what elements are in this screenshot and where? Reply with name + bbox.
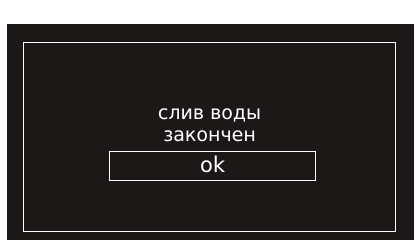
notification-dialog: слив воды закончен ok <box>23 42 396 232</box>
dialog-message: слив воды закончен <box>24 102 395 146</box>
ok-button[interactable]: ok <box>109 151 316 181</box>
device-screen: слив воды закончен ok <box>7 24 414 240</box>
message-line-1: слив воды <box>157 102 262 124</box>
message-line-2: закончен <box>163 124 256 146</box>
